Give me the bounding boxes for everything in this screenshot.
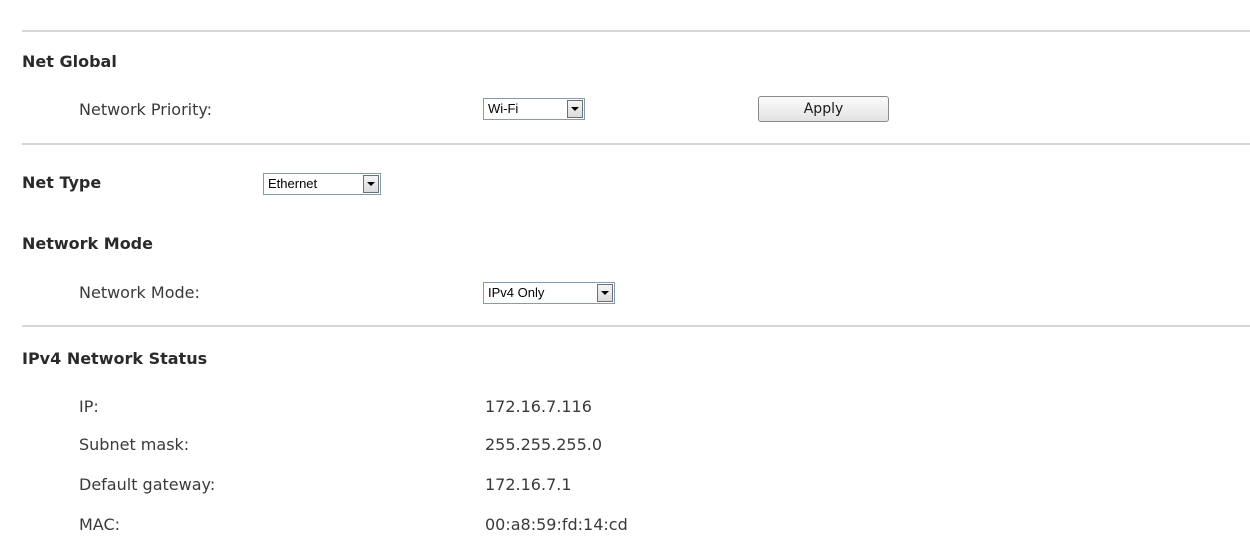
network-mode-title: Network Mode <box>22 234 153 253</box>
subnet-mask-value: 255.255.255.0 <box>485 435 603 454</box>
net-type-select[interactable]: Ethernet <box>263 173 381 195</box>
network-mode-value: IPv4 Only <box>488 285 545 300</box>
top-separator <box>22 30 1250 32</box>
network-mode-select[interactable]: IPv4 Only <box>483 282 615 304</box>
network-priority-select[interactable]: Wi-Fi <box>483 98 585 120</box>
ip-value: 172.16.7.116 <box>485 397 592 416</box>
net-global-separator <box>22 143 1250 145</box>
network-mode-separator <box>22 325 1250 327</box>
chevron-down-icon[interactable] <box>363 175 379 193</box>
subnet-mask-label: Subnet mask: <box>79 435 190 454</box>
net-global-title: Net Global <box>22 52 117 71</box>
network-priority-label: Network Priority: <box>79 100 213 119</box>
chevron-down-icon[interactable] <box>567 100 583 118</box>
ipv4-status-title: IPv4 Network Status <box>22 349 208 368</box>
net-type-value: Ethernet <box>268 176 318 191</box>
chevron-down-icon[interactable] <box>597 284 613 302</box>
mac-value: 00:a8:59:fd:14:cd <box>485 515 628 534</box>
network-priority-value: Wi-Fi <box>488 101 519 116</box>
mac-label: MAC: <box>79 515 121 534</box>
default-gateway-value: 172.16.7.1 <box>485 475 572 494</box>
default-gateway-label: Default gateway: <box>79 475 216 494</box>
ip-label: IP: <box>79 397 99 416</box>
apply-button[interactable]: Apply <box>758 96 889 122</box>
network-mode-label: Network Mode: <box>79 283 200 302</box>
net-type-title: Net Type <box>22 173 102 192</box>
